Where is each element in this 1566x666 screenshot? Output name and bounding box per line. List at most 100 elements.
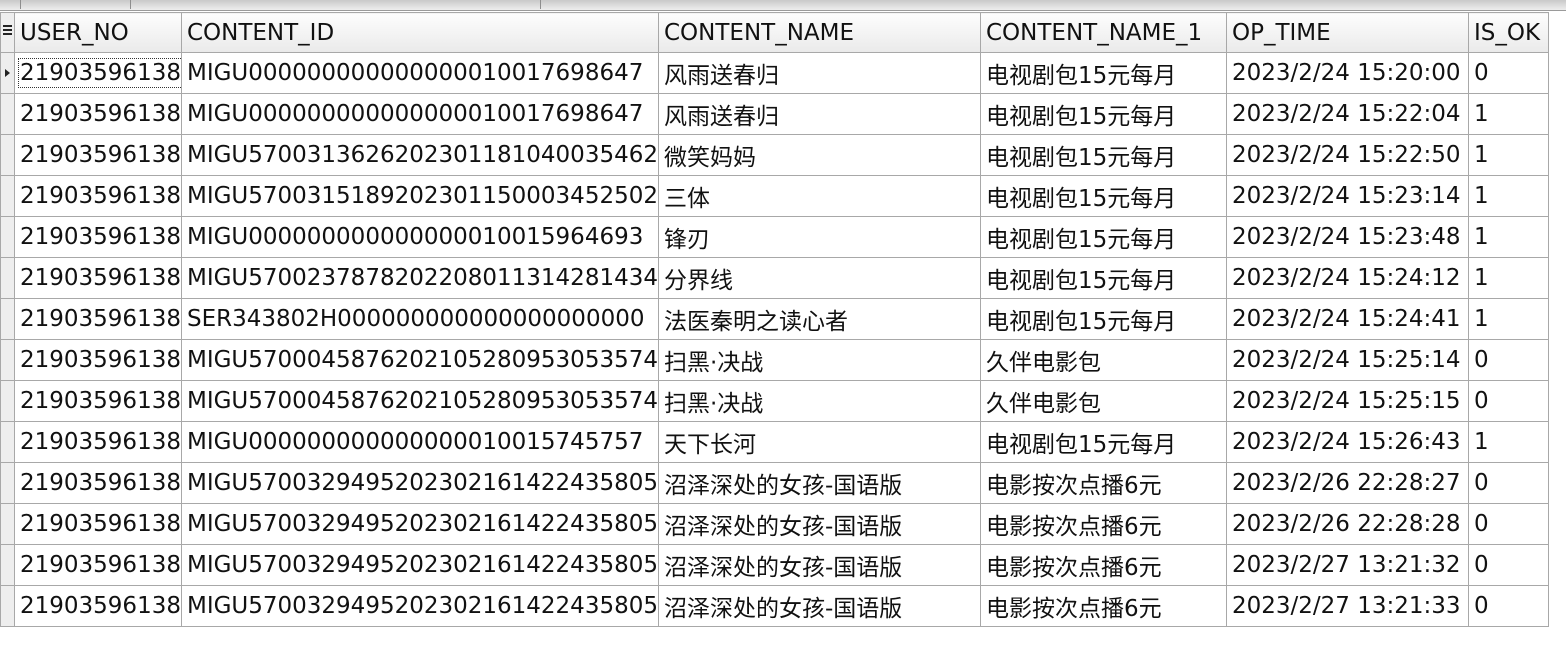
cell-content-name[interactable]: 三体 xyxy=(658,175,981,217)
cell-content-name-1[interactable]: 电影按次点播6元 xyxy=(980,462,1227,504)
row-indicator[interactable] xyxy=(0,257,15,299)
table-row[interactable]: 21903596138 SER343802H0000000000000000000… xyxy=(0,298,1549,340)
cell-content-name-1[interactable]: 电视剧包15元每月 xyxy=(980,134,1227,176)
cell-content-name-1[interactable]: 电视剧包15元每月 xyxy=(980,93,1227,135)
row-indicator[interactable] xyxy=(0,339,15,381)
row-indicator-header[interactable] xyxy=(0,12,15,53)
cell-content-name[interactable]: 微笑妈妈 xyxy=(658,134,981,176)
cell-user-no[interactable]: 21903596138 xyxy=(14,421,182,463)
cell-content-id[interactable]: SER343802H000000000000000000000 xyxy=(180,298,660,340)
cell-content-name[interactable]: 风雨送春归 xyxy=(658,93,981,135)
cell-content-name-1[interactable]: 电视剧包15元每月 xyxy=(980,298,1227,340)
row-indicator[interactable] xyxy=(0,216,15,258)
cell-content-id[interactable]: MIGU5700329495202302161422435805 xyxy=(180,544,660,586)
column-header-content-id[interactable]: CONTENT_ID xyxy=(180,12,660,53)
column-header-user-no[interactable]: USER_NO xyxy=(14,12,182,53)
row-indicator[interactable] xyxy=(0,503,15,545)
cell-content-id[interactable]: MIGU5700045876202105280953053574 xyxy=(180,380,660,422)
cell-op-time[interactable]: 2023/2/24 15:25:15 xyxy=(1226,380,1469,422)
cell-is-ok[interactable]: 1 xyxy=(1468,175,1549,217)
cell-content-name[interactable]: 天下长河 xyxy=(658,421,981,463)
cell-is-ok[interactable]: 1 xyxy=(1468,216,1549,258)
cell-op-time[interactable]: 2023/2/24 15:26:43 xyxy=(1226,421,1469,463)
cell-content-name[interactable]: 沼泽深处的女孩-国语版 xyxy=(658,462,981,504)
table-row[interactable]: 21903596138 MIGU5700313626202301181040035… xyxy=(0,134,1549,176)
cell-content-name-1[interactable]: 电影按次点播6元 xyxy=(980,503,1227,545)
row-indicator[interactable] xyxy=(0,298,15,340)
table-row[interactable]: 21903596138 MIGU5700315189202301150003452… xyxy=(0,175,1549,217)
cell-content-id[interactable]: MIGU000000000000000010017698647 xyxy=(180,52,660,94)
cell-is-ok[interactable]: 0 xyxy=(1468,339,1549,381)
cell-is-ok[interactable]: 0 xyxy=(1468,380,1549,422)
cell-content-id[interactable]: MIGU5700315189202301150003452502 xyxy=(180,175,660,217)
cell-content-name-1[interactable]: 电视剧包15元每月 xyxy=(980,52,1227,94)
cell-op-time[interactable]: 2023/2/27 13:21:33 xyxy=(1226,585,1469,627)
cell-content-id[interactable]: MIGU5700313626202301181040035462 xyxy=(180,134,660,176)
row-indicator[interactable] xyxy=(0,421,15,463)
table-row[interactable]: 21903596138 MIGU5700045876202105280953053… xyxy=(0,339,1549,381)
table-row[interactable]: 21903596138 MIGU5700329495202302161422435… xyxy=(0,503,1549,545)
cell-content-id[interactable]: MIGU5700237878202208011314281434 xyxy=(180,257,660,299)
table-row[interactable]: 21903596138 MIGU5700329495202302161422435… xyxy=(0,462,1549,504)
cell-user-no[interactable]: 21903596138 xyxy=(14,339,182,381)
cell-content-name-1[interactable]: 电视剧包15元每月 xyxy=(980,421,1227,463)
cell-op-time[interactable]: 2023/2/24 15:25:14 xyxy=(1226,339,1469,381)
cell-op-time[interactable]: 2023/2/24 15:24:12 xyxy=(1226,257,1469,299)
cell-content-id[interactable]: MIGU000000000000000010015964693 xyxy=(180,216,660,258)
cell-user-no[interactable]: 21903596138 xyxy=(14,175,182,217)
column-header-op-time[interactable]: OP_TIME xyxy=(1226,12,1469,53)
cell-user-no[interactable]: 21903596138 xyxy=(14,380,182,422)
cell-is-ok[interactable]: 1 xyxy=(1468,298,1549,340)
row-indicator[interactable] xyxy=(0,93,15,135)
column-header-content-name-1[interactable]: CONTENT_NAME_1 xyxy=(980,12,1227,53)
cell-user-no[interactable]: 21903596138 xyxy=(14,134,182,176)
row-indicator[interactable] xyxy=(0,52,15,94)
cell-user-no[interactable]: 21903596138 xyxy=(14,257,182,299)
cell-content-name-1[interactable]: 电影按次点播6元 xyxy=(980,544,1227,586)
cell-content-id[interactable]: MIGU5700329495202302161422435805 xyxy=(180,462,660,504)
table-row[interactable]: 21903596138 MIGU0000000000000000100176986… xyxy=(0,93,1549,135)
cell-is-ok[interactable]: 1 xyxy=(1468,134,1549,176)
cell-content-id[interactable]: MIGU5700329495202302161422435805 xyxy=(180,503,660,545)
cell-user-no[interactable]: 21903596138 xyxy=(14,544,182,586)
cell-is-ok[interactable]: 1 xyxy=(1468,93,1549,135)
cell-content-name-1[interactable]: 久伴电影包 xyxy=(980,339,1227,381)
cell-op-time[interactable]: 2023/2/24 15:23:48 xyxy=(1226,216,1469,258)
row-indicator[interactable] xyxy=(0,134,15,176)
cell-user-no[interactable]: 21903596138 xyxy=(14,298,182,340)
cell-is-ok[interactable]: 0 xyxy=(1468,52,1549,94)
table-row[interactable]: 21903596138 MIGU5700329495202302161422435… xyxy=(0,544,1549,586)
cell-content-name[interactable]: 风雨送春归 xyxy=(658,52,981,94)
row-indicator[interactable] xyxy=(0,544,15,586)
cell-content-name[interactable]: 沼泽深处的女孩-国语版 xyxy=(658,544,981,586)
cell-op-time[interactable]: 2023/2/26 22:28:27 xyxy=(1226,462,1469,504)
cell-content-name[interactable]: 锋刃 xyxy=(658,216,981,258)
cell-content-name[interactable]: 法医秦明之读心者 xyxy=(658,298,981,340)
cell-user-no[interactable]: 21903596138 xyxy=(14,93,182,135)
cell-content-name-1[interactable]: 电视剧包15元每月 xyxy=(980,175,1227,217)
cell-op-time[interactable]: 2023/2/24 15:23:14 xyxy=(1226,175,1469,217)
cell-content-name-1[interactable]: 电视剧包15元每月 xyxy=(980,257,1227,299)
table-row[interactable]: 21903596138 MIGU0000000000000000100176986… xyxy=(0,52,1549,94)
cell-content-id[interactable]: MIGU000000000000000010017698647 xyxy=(180,93,660,135)
cell-is-ok[interactable]: 0 xyxy=(1468,585,1549,627)
row-indicator[interactable] xyxy=(0,585,15,627)
cell-op-time[interactable]: 2023/2/24 15:22:04 xyxy=(1226,93,1469,135)
cell-is-ok[interactable]: 0 xyxy=(1468,462,1549,504)
cell-op-time[interactable]: 2023/2/27 13:21:32 xyxy=(1226,544,1469,586)
cell-user-no[interactable]: 21903596138 xyxy=(14,216,182,258)
table-row[interactable]: 21903596138 MIGU0000000000000000100159646… xyxy=(0,216,1549,258)
cell-op-time[interactable]: 2023/2/26 22:28:28 xyxy=(1226,503,1469,545)
cell-is-ok[interactable]: 1 xyxy=(1468,257,1549,299)
cell-content-name-1[interactable]: 久伴电影包 xyxy=(980,380,1227,422)
cell-user-no[interactable]: 21903596138 xyxy=(14,503,182,545)
column-header-is-ok[interactable]: IS_OK xyxy=(1468,12,1549,53)
row-indicator[interactable] xyxy=(0,175,15,217)
cell-content-name[interactable]: 扫黑·决战 xyxy=(658,380,981,422)
cell-content-id[interactable]: MIGU000000000000000010015745757 xyxy=(180,421,660,463)
table-row[interactable]: 21903596138 MIGU0000000000000000100157457… xyxy=(0,421,1549,463)
cell-content-name[interactable]: 沼泽深处的女孩-国语版 xyxy=(658,503,981,545)
cell-content-name-1[interactable]: 电视剧包15元每月 xyxy=(980,216,1227,258)
cell-content-name[interactable]: 扫黑·决战 xyxy=(658,339,981,381)
row-indicator[interactable] xyxy=(0,380,15,422)
